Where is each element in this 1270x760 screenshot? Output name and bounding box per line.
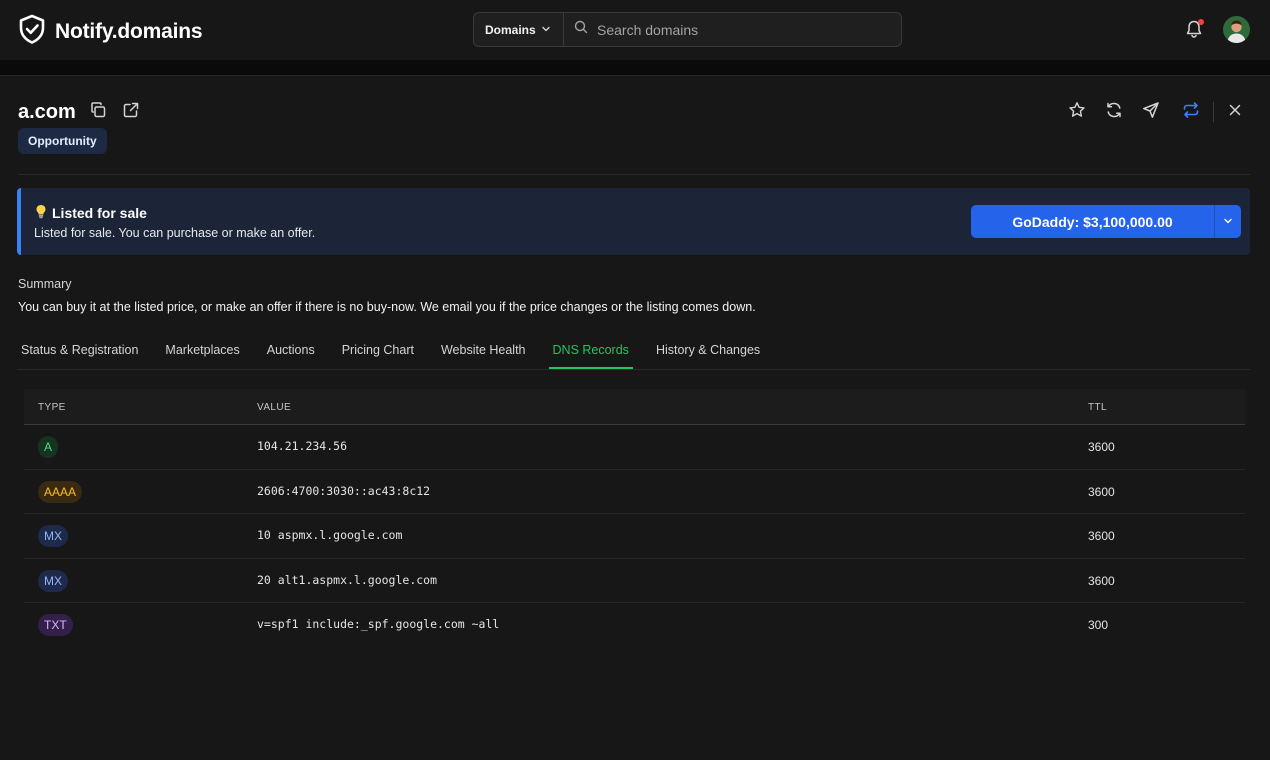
record-ttl: 3600 xyxy=(1088,573,1115,588)
tab-website-health[interactable]: Website Health xyxy=(437,331,530,368)
record-value: 20 alt1.aspmx.l.google.com xyxy=(257,572,438,587)
app-name: Notify.domains xyxy=(55,19,203,43)
alert-title-row: Listed for sale xyxy=(35,204,147,222)
record-value: 10 aspmx.l.google.com xyxy=(257,528,403,542)
tab-history-changes[interactable]: History & Changes xyxy=(652,331,764,368)
external-link-icon xyxy=(122,101,140,124)
search-scope-select[interactable]: Domains xyxy=(474,13,564,46)
tab-marketplaces[interactable]: Marketplaces xyxy=(161,331,243,368)
record-value: 2606:4700:3030::ac43:8c12 xyxy=(257,483,431,498)
domain-title: a.com xyxy=(18,101,76,123)
record-value: v=spf1 include:_spf.google.com ~all xyxy=(257,617,500,631)
record-ttl: 300 xyxy=(1088,618,1109,632)
table-row: MX 20 alt1.aspmx.l.google.com 3600 xyxy=(24,559,1245,603)
table-row: MX 10 aspmx.l.google.com 3600 xyxy=(24,514,1245,559)
table-header: TYPE VALUE TTL xyxy=(24,389,1245,425)
buy-options-dropdown[interactable] xyxy=(1214,205,1241,238)
tab-pricing-chart[interactable]: Pricing Chart xyxy=(338,331,418,368)
tab-auctions[interactable]: Auctions xyxy=(263,331,319,368)
refresh-button[interactable] xyxy=(1103,101,1125,123)
record-type-badge: TXT xyxy=(38,614,73,636)
user-avatar[interactable] xyxy=(1223,16,1250,43)
shield-check-icon xyxy=(18,14,46,49)
record-type-badge: MX xyxy=(38,525,68,547)
notification-dot xyxy=(1198,19,1204,25)
table-row: TXT v=spf1 include:_spf.google.com ~all … xyxy=(24,603,1245,648)
record-type-badge: A xyxy=(38,436,59,458)
notifications-button[interactable] xyxy=(1185,19,1205,39)
table-row: A 104.21.234.56 3600 xyxy=(24,425,1245,470)
favorite-button[interactable] xyxy=(1066,101,1088,123)
chevron-down-icon xyxy=(541,23,551,37)
column-header-type: TYPE xyxy=(38,402,66,413)
app-logo[interactable]: Notify.domains xyxy=(18,14,203,49)
tab-dns-records[interactable]: DNS Records xyxy=(548,331,634,369)
record-type-badge: AAAA xyxy=(38,480,83,503)
tab-status-registration[interactable]: Status & Registration xyxy=(17,331,142,368)
search-field xyxy=(564,20,901,39)
copy-button[interactable] xyxy=(87,101,109,123)
refresh-icon xyxy=(1105,101,1123,124)
opportunity-tag: Opportunity xyxy=(18,128,107,154)
copy-icon xyxy=(89,101,107,124)
alert-body: Listed for sale. You can purchase or mak… xyxy=(34,226,316,240)
chevron-down-icon xyxy=(1223,213,1233,231)
dns-records-table: TYPE VALUE TTL A 104.21.234.56 3600 AAAA… xyxy=(24,389,1245,648)
search-bar: Domains xyxy=(473,12,902,47)
toolbar-separator xyxy=(1213,102,1214,122)
search-icon xyxy=(574,20,588,39)
record-ttl: 3600 xyxy=(1088,529,1115,543)
column-header-ttl: TTL xyxy=(1088,402,1107,413)
table-row: AAAA 2606:4700:3030::ac43:8c12 3600 xyxy=(24,470,1245,514)
record-ttl: 3600 xyxy=(1088,440,1115,454)
section-divider xyxy=(18,174,1250,175)
record-type-badge: MX xyxy=(38,569,68,592)
close-icon xyxy=(1227,102,1243,123)
close-button[interactable] xyxy=(1224,101,1246,123)
send-icon xyxy=(1142,101,1160,124)
header-divider xyxy=(0,60,1270,76)
record-value: 104.21.234.56 xyxy=(257,439,348,453)
top-bar: Notify.domains Domains xyxy=(0,0,1270,60)
star-icon xyxy=(1068,101,1086,124)
tabs-divider xyxy=(17,369,1250,370)
lightbulb-icon xyxy=(35,204,47,222)
summary-label: Summary xyxy=(18,277,72,291)
sync-button[interactable] xyxy=(1180,101,1202,123)
sync-arrows-icon xyxy=(1182,101,1200,124)
buy-godaddy-button[interactable]: GoDaddy: $3,100,000.00 xyxy=(971,205,1214,238)
for-sale-alert: Listed for sale Listed for sale. You can… xyxy=(17,188,1250,255)
search-input[interactable] xyxy=(597,21,877,38)
record-ttl: 3600 xyxy=(1088,484,1115,499)
search-scope-label: Domains xyxy=(485,22,536,37)
column-header-value: VALUE xyxy=(257,402,292,413)
summary-text: You can buy it at the listed price, or m… xyxy=(18,300,756,314)
share-button[interactable] xyxy=(1140,101,1162,123)
open-external-button[interactable] xyxy=(120,101,142,123)
bell-icon xyxy=(1185,20,1203,43)
alert-title: Listed for sale xyxy=(52,205,147,221)
detail-tabs: Status & Registration Marketplaces Aucti… xyxy=(17,331,783,369)
